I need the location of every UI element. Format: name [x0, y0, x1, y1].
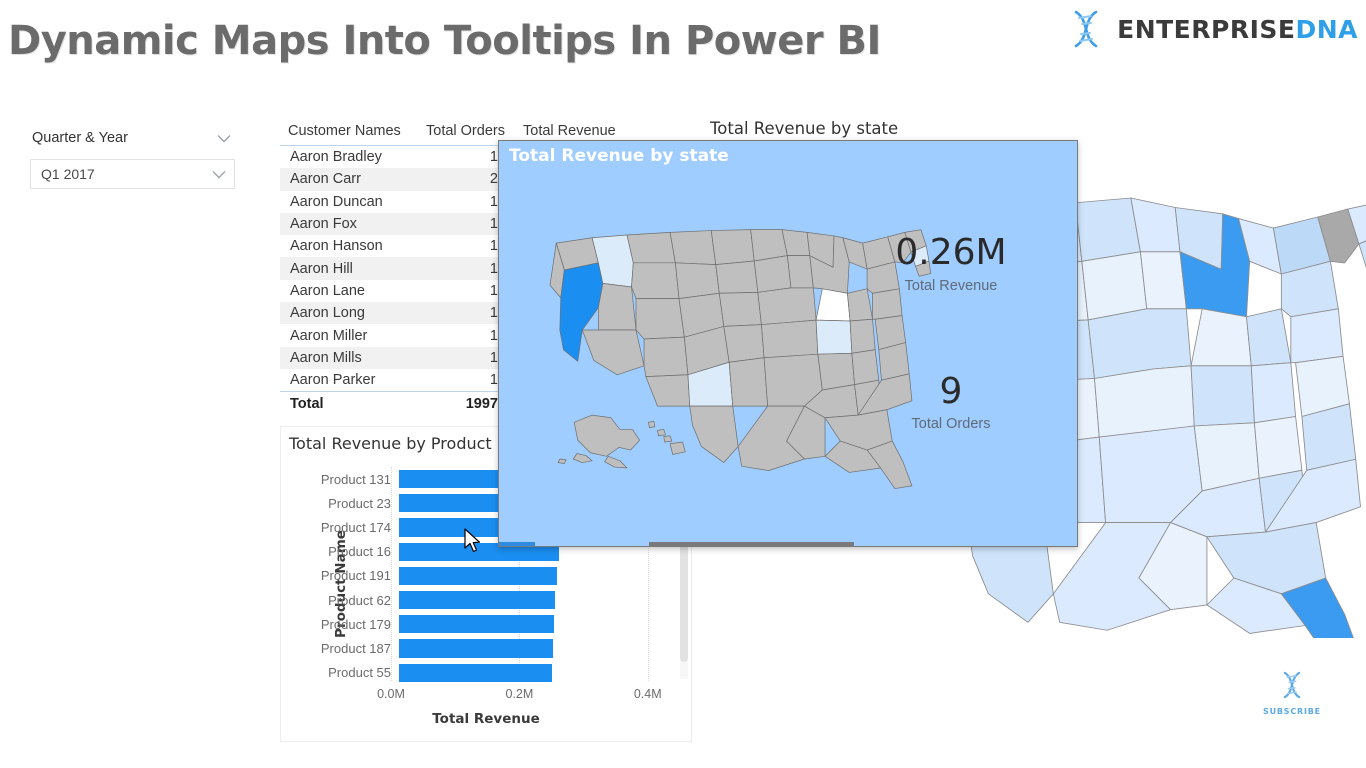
- bar-fill[interactable]: [399, 639, 553, 658]
- x-axis-tick: 0.4M: [633, 687, 662, 701]
- page-title: Dynamic Maps Into Tooltips In Power BI: [8, 18, 881, 64]
- bar-category-label: Product 23: [328, 495, 391, 511]
- slicer-header[interactable]: Quarter & Year: [30, 126, 235, 150]
- bar-category-label: Product 62: [328, 592, 391, 608]
- bar-row[interactable]: Product 55: [307, 661, 667, 685]
- kpi-revenue: 0.26M Total Revenue: [861, 233, 1041, 294]
- bar-category-label: Product 179: [320, 616, 391, 632]
- bar-track: [399, 588, 667, 612]
- cell-customer-name: Aaron Fox: [290, 216, 357, 233]
- bar-row[interactable]: Product 187: [307, 636, 667, 660]
- bar-fill[interactable]: [399, 663, 553, 682]
- cell-customer-name: Aaron Hanson: [290, 238, 383, 255]
- tooltip-footer-segment-a: [499, 542, 535, 546]
- bar-row[interactable]: Product 62: [307, 588, 667, 612]
- cell-total-orders: 1: [489, 238, 498, 255]
- brand-enterprise-text: ENTERPRISE: [1117, 14, 1296, 44]
- total-orders-value: 1997: [465, 395, 498, 412]
- tooltip-title: Total Revenue by state: [509, 146, 729, 166]
- brand-dna-text: DNA: [1295, 14, 1358, 44]
- dna-helix-icon: [1065, 8, 1107, 50]
- bar-row[interactable]: Product 191: [307, 564, 667, 588]
- bar-row[interactable]: Product 179: [307, 612, 667, 636]
- column-header-customer-names[interactable]: Customer Names: [280, 123, 418, 139]
- brand-wordmark: ENTERPRISEDNA: [1117, 15, 1358, 44]
- cell-total-orders: 1: [489, 372, 498, 389]
- cell-total-orders: 1: [489, 149, 498, 166]
- quarter-year-slicer[interactable]: Quarter & Year Q1 2017: [30, 126, 235, 189]
- cell-customer-name: Aaron Hill: [290, 260, 353, 277]
- cell-total-orders: 2: [489, 171, 498, 188]
- bar-track: [399, 661, 667, 685]
- column-header-total-orders[interactable]: Total Orders: [418, 123, 516, 139]
- chart-x-axis-label: Total Revenue: [432, 711, 540, 727]
- cell-customer-name: Aaron Carr: [290, 171, 361, 188]
- total-label: Total: [290, 395, 324, 412]
- cell-total-orders: 1: [489, 260, 498, 277]
- cell-customer-name: Aaron Parker: [290, 372, 376, 389]
- cell-total-orders: 1: [489, 327, 498, 344]
- kpi-orders: 9 Total Orders: [861, 370, 1041, 433]
- bar-category-label: Product 174: [320, 519, 391, 535]
- bar-fill[interactable]: [399, 566, 558, 585]
- cell-total-orders: 1: [489, 193, 498, 210]
- bar-track: [399, 612, 667, 636]
- cell-customer-name: Aaron Duncan: [290, 193, 383, 210]
- kpi-revenue-label: Total Revenue: [904, 277, 998, 294]
- cell-total-orders: 1: [489, 349, 498, 366]
- cell-total-orders: 1: [489, 216, 498, 233]
- x-axis-tick: 0.0M: [377, 687, 405, 701]
- tooltip-footer-bar: [499, 542, 1077, 546]
- chevron-down-icon[interactable]: [217, 134, 231, 143]
- subscribe-label: SUBSCRIBE: [1263, 707, 1321, 716]
- bar-category-label: Product 131: [320, 471, 391, 487]
- slicer-dropdown[interactable]: Q1 2017: [30, 159, 235, 189]
- bar-category-label: Product 55: [328, 665, 391, 681]
- bar-fill[interactable]: [399, 615, 554, 634]
- cell-customer-name: Aaron Bradley: [290, 149, 382, 166]
- bar-category-label: Product 187: [320, 640, 391, 656]
- cell-total-orders: 1: [489, 305, 498, 322]
- dna-helix-icon: [1277, 671, 1307, 705]
- cell-customer-name: Aaron Long: [290, 305, 365, 322]
- slicer-label: Quarter & Year: [32, 130, 128, 146]
- column-header-total-revenue[interactable]: Total Revenue: [516, 123, 643, 139]
- cell-customer-name: Aaron Miller: [290, 327, 368, 344]
- bar-track: [399, 636, 667, 660]
- bar-category-label: Product 16: [328, 544, 391, 560]
- tooltip-kpi-block: 0.26M Total Revenue 9 Total Orders: [861, 233, 1041, 432]
- bar-track: [399, 564, 667, 588]
- map-visual-title: Total Revenue by state: [710, 119, 899, 138]
- chart-title: Total Revenue by Product: [289, 434, 492, 453]
- x-axis-tick: 0.2M: [505, 687, 534, 701]
- cell-customer-name: Aaron Mills: [290, 349, 362, 366]
- cell-total-orders: 1: [489, 282, 498, 299]
- chevron-down-icon[interactable]: [212, 170, 226, 179]
- brand-logo: ENTERPRISEDNA: [1065, 8, 1358, 50]
- cell-customer-name: Aaron Lane: [290, 282, 365, 299]
- tooltip-footer-segment-b: [649, 542, 854, 546]
- kpi-orders-label: Total Orders: [911, 416, 991, 433]
- slicer-selected-value: Q1 2017: [41, 166, 95, 182]
- chart-x-axis: 0.0M 0.2M 0.4M: [377, 687, 667, 703]
- bar-fill[interactable]: [399, 590, 555, 610]
- subscribe-watermark[interactable]: SUBSCRIBE: [1260, 669, 1324, 716]
- kpi-orders-value: 9: [939, 370, 963, 412]
- kpi-revenue-value: 0.26M: [895, 232, 1007, 273]
- map-tooltip-overlay: Total Revenue by state 0.26M Total Reven…: [498, 140, 1078, 547]
- bar-category-label: Product 191: [320, 568, 391, 584]
